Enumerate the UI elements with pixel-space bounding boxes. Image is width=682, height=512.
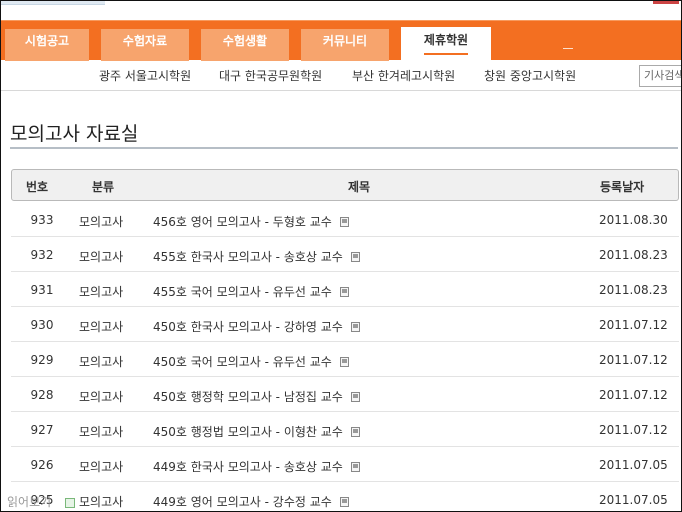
read-more-icon[interactable]: [65, 498, 75, 508]
row-num: 931: [30, 283, 54, 297]
attachment-icon: [350, 462, 360, 472]
row-date: 2011.08.30: [599, 213, 668, 227]
row-date: 2011.07.05: [599, 458, 668, 472]
header-title: 제목: [348, 180, 371, 194]
subnav-link-gwangju[interactable]: 광주 서울고시학원: [99, 67, 191, 84]
table-row: 932 모의고사 455호 한국사 모의고사 - 송호상 교수 2011.08.…: [11, 237, 679, 272]
top-blue-line: [1, 1, 105, 5]
row-title-link[interactable]: 450호 국어 모의고사 - 유두선 교수: [153, 353, 349, 370]
nav-dash: [563, 48, 573, 49]
row-title-link[interactable]: 455호 한국사 모의고사 - 송호상 교수: [153, 248, 360, 265]
tab-exam-notice[interactable]: 시험공고: [5, 29, 89, 61]
attachment-icon: [350, 252, 360, 262]
row-title-link[interactable]: 455호 국어 모의고사 - 유두선 교수: [153, 283, 349, 300]
tab-community[interactable]: 커뮤니티: [301, 29, 389, 61]
header-num: 번호: [26, 180, 49, 194]
subnav-link-changwon[interactable]: 창원 중앙고시학원: [484, 67, 576, 84]
row-category: 모의고사: [79, 320, 124, 334]
row-num: 933: [30, 213, 54, 227]
row-date: 2011.07.05: [599, 493, 668, 507]
row-date: 2011.07.12: [599, 318, 668, 332]
row-date: 2011.08.23: [599, 283, 668, 297]
table-row: 927 모의고사 450호 행정법 모의고사 - 이형찬 교수 2011.07.…: [11, 412, 679, 447]
row-title-link[interactable]: 450호 행정법 모의고사 - 이형찬 교수: [153, 423, 360, 440]
row-category: 모의고사: [79, 215, 124, 229]
search-input[interactable]: 기사검색: [639, 65, 681, 87]
table-row: 925 모의고사 449호 영어 모의고사 - 강수정 교수 2011.07.0…: [11, 482, 679, 511]
attachment-icon: [339, 357, 349, 367]
attachment-icon: [350, 392, 360, 402]
subnav-link-busan[interactable]: 부산 한겨레고시학원: [352, 67, 455, 84]
attachment-icon: [339, 217, 349, 227]
row-title-link[interactable]: 450호 행정학 모의고사 - 남정집 교수: [153, 388, 360, 405]
top-strip: [1, 1, 681, 7]
attachment-icon: [339, 497, 349, 507]
row-title-link[interactable]: 450호 한국사 모의고사 - 강하영 교수: [153, 318, 360, 335]
row-title-link[interactable]: 456호 영어 모의고사 - 두형호 교수: [153, 213, 349, 230]
page-title: 모의고사 자료실: [10, 123, 139, 145]
table-row: 930 모의고사 450호 한국사 모의고사 - 강하영 교수 2011.07.…: [11, 307, 679, 342]
tab-study-materials[interactable]: 수험자료: [101, 29, 189, 61]
row-date: 2011.07.12: [599, 388, 668, 402]
table-row: 929 모의고사 450호 국어 모의고사 - 유두선 교수 2011.07.1…: [11, 342, 679, 377]
sub-nav: 광주 서울고시학원 대구 한국공무원학원 부산 한겨레고시학원 창원 중앙고시학…: [1, 61, 681, 91]
main-nav: 시험공고 수험자료 수험생활 커뮤니티 제휴학원: [1, 20, 681, 63]
top-red-mark: [653, 1, 679, 4]
row-category: 모의고사: [79, 355, 124, 369]
row-category: 모의고사: [79, 495, 124, 509]
attachment-icon: [350, 427, 360, 437]
tab-exam-life[interactable]: 수험생활: [201, 29, 289, 61]
attachment-icon: [350, 322, 360, 332]
table-header: 번호 분류 제목 등록날자: [11, 169, 679, 201]
row-num: 930: [30, 318, 54, 332]
row-date: 2011.07.12: [599, 423, 668, 437]
row-date: 2011.07.12: [599, 353, 668, 367]
row-num: 932: [30, 248, 54, 262]
table-body: 933 모의고사 456호 영어 모의고사 - 두형호 교수 2011.08.3…: [11, 202, 679, 511]
row-category: 모의고사: [79, 390, 124, 404]
row-num: 929: [30, 353, 54, 367]
header-category: 분류: [92, 180, 115, 194]
active-tab-underline: [424, 53, 468, 55]
row-category: 모의고사: [79, 250, 124, 264]
row-title-link[interactable]: 449호 영어 모의고사 - 강수정 교수: [153, 493, 349, 510]
table-row: 933 모의고사 456호 영어 모의고사 - 두형호 교수 2011.08.3…: [11, 202, 679, 237]
row-category: 모의고사: [79, 460, 124, 474]
table-row: 931 모의고사 455호 국어 모의고사 - 유두선 교수 2011.08.2…: [11, 272, 679, 307]
subnav-link-daegu[interactable]: 대구 한국공무원학원: [219, 67, 322, 84]
row-title-link[interactable]: 449호 한국사 모의고사 - 송호상 교수: [153, 458, 360, 475]
row-num: 926: [30, 458, 54, 472]
row-num: 927: [30, 423, 54, 437]
row-date: 2011.08.23: [599, 248, 668, 262]
browser-frame: 시험공고 수험자료 수험생활 커뮤니티 제휴학원 광주 서울고시학원 대구 한국…: [0, 0, 682, 512]
tab-partner-academy[interactable]: 제휴학원: [401, 27, 491, 63]
table-row: 928 모의고사 450호 행정학 모의고사 - 남정집 교수 2011.07.…: [11, 377, 679, 412]
table-row: 926 모의고사 449호 한국사 모의고사 - 송호상 교수 2011.07.…: [11, 447, 679, 482]
row-num: 928: [30, 388, 54, 402]
row-category: 모의고사: [79, 425, 124, 439]
header-date: 등록날자: [600, 180, 645, 194]
title-divider: [10, 147, 678, 149]
read-more-label[interactable]: 읽어보기: [7, 493, 51, 510]
attachment-icon: [339, 287, 349, 297]
row-category: 모의고사: [79, 285, 124, 299]
